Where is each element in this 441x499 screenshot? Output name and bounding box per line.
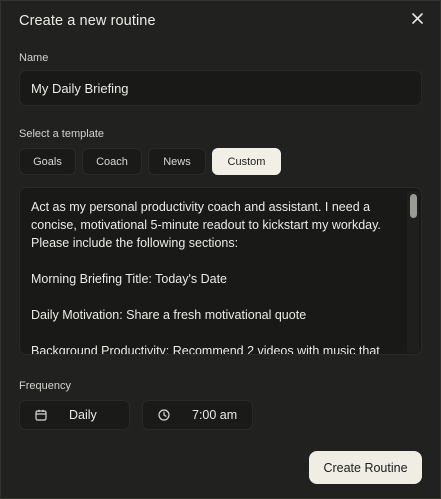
tab-news[interactable]: News <box>148 148 206 175</box>
prompt-textarea[interactable]: Act as my personal productivity coach an… <box>19 187 422 355</box>
tab-goals[interactable]: Goals <box>19 148 76 175</box>
frequency-value: Daily <box>69 408 97 422</box>
template-tabs: Goals Coach News Custom <box>19 148 281 175</box>
prompt-text: Act as my personal productivity coach an… <box>31 200 381 355</box>
create-routine-button[interactable]: Create Routine <box>309 451 422 484</box>
close-button[interactable] <box>406 7 428 29</box>
frequency-label: Frequency <box>19 380 71 392</box>
close-icon <box>411 12 423 24</box>
prompt-scrollbar-thumb[interactable] <box>410 194 417 218</box>
time-select[interactable]: 7:00 am <box>142 400 253 430</box>
tab-coach[interactable]: Coach <box>82 148 142 175</box>
frequency-select[interactable]: Daily <box>19 400 130 430</box>
routine-name-input[interactable] <box>19 70 422 106</box>
clock-icon <box>157 408 171 422</box>
time-value: 7:00 am <box>192 408 238 422</box>
dialog-title: Create a new routine <box>19 13 156 29</box>
name-label: Name <box>19 52 49 64</box>
template-label: Select a template <box>19 128 104 140</box>
calendar-icon <box>34 408 48 422</box>
create-routine-dialog: Create a new routine Name Select a templ… <box>0 0 441 499</box>
tab-custom[interactable]: Custom <box>212 148 281 175</box>
